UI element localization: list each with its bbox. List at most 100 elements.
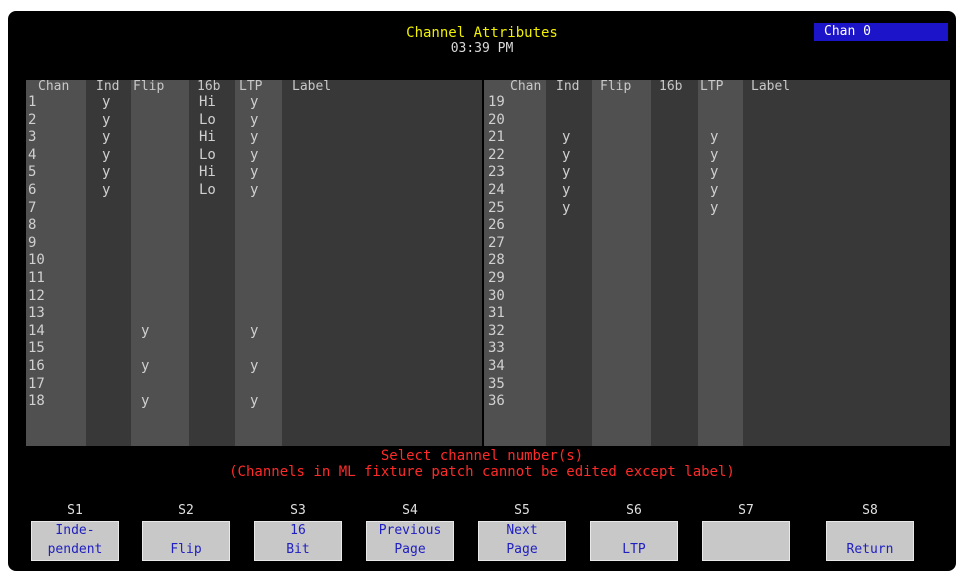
flip-cell xyxy=(592,182,651,200)
b16-cell xyxy=(651,200,698,218)
chan-cell[interactable]: 10 xyxy=(26,252,86,270)
chan-cell[interactable]: 13 xyxy=(26,305,86,323)
ltp-cell xyxy=(235,217,282,235)
chan-cell[interactable]: 5 xyxy=(26,164,86,182)
b16-cell xyxy=(651,270,698,288)
softkey-button-s4[interactable]: Previous Page xyxy=(366,521,454,561)
chan-cell[interactable]: 3 xyxy=(26,129,86,147)
softkey-line2: pendent xyxy=(47,542,103,557)
label-cell xyxy=(743,252,950,270)
b16-cell xyxy=(651,182,698,200)
chan-cell[interactable]: 24 xyxy=(484,182,546,200)
chan-cell[interactable]: 30 xyxy=(484,288,546,306)
ltp-cell xyxy=(698,393,743,411)
softkey-button-s8[interactable]: Return xyxy=(826,521,914,561)
ltp-cell: y xyxy=(250,357,259,374)
chan-cell[interactable]: 4 xyxy=(26,147,86,165)
chan-cell[interactable]: 19 xyxy=(484,94,546,112)
label-cell xyxy=(743,200,950,218)
ind-cell: y xyxy=(102,181,111,198)
chan-cell[interactable]: 36 xyxy=(484,393,546,411)
label-cell xyxy=(282,147,482,165)
softkey-button-s1[interactable]: Inde-pendent xyxy=(31,521,119,561)
softkey-button-s3[interactable]: 16 Bit xyxy=(254,521,342,561)
chan-cell[interactable]: 35 xyxy=(484,376,546,394)
softkey-button-s5[interactable]: Next Page xyxy=(478,521,566,561)
ltp-cell xyxy=(235,252,282,270)
column-ind: Ind y y y y y xyxy=(546,80,592,446)
ltp-cell xyxy=(698,270,743,288)
column-label: Label xyxy=(743,80,950,446)
b16-cell xyxy=(189,323,235,341)
chan-cell[interactable]: 17 xyxy=(26,376,86,394)
flip-cell xyxy=(131,94,189,112)
chan-cell[interactable]: 26 xyxy=(484,217,546,235)
b16-cell xyxy=(189,252,235,270)
b16-cell xyxy=(189,217,235,235)
ltp-cell xyxy=(698,340,743,358)
label-cell xyxy=(282,94,482,112)
ind-cell xyxy=(546,94,592,112)
chan-cell[interactable]: 28 xyxy=(484,252,546,270)
ind-cell xyxy=(86,288,131,306)
chan-cell[interactable]: 6 xyxy=(26,182,86,200)
ind-cell: y xyxy=(562,199,571,216)
ltp-cell xyxy=(698,376,743,394)
b16-cell xyxy=(651,164,698,182)
left-channel-table: Chan 1 2 3 4 5 6 7 8 9 10 11 12 13 14 15 16 17 18 Ind y y y y y y… xyxy=(26,80,482,446)
chan-cell[interactable]: 22 xyxy=(484,147,546,165)
chan-cell[interactable]: 16 xyxy=(26,358,86,376)
flip-cell xyxy=(592,94,651,112)
chan-cell[interactable]: 9 xyxy=(26,235,86,253)
chan-cell[interactable]: 21 xyxy=(484,129,546,147)
ind-cell xyxy=(546,252,592,270)
b16-cell xyxy=(651,147,698,165)
ind-cell xyxy=(546,323,592,341)
label-cell xyxy=(282,252,482,270)
label-cell xyxy=(282,129,482,147)
chan-cell[interactable]: 29 xyxy=(484,270,546,288)
chan-cell[interactable]: 32 xyxy=(484,323,546,341)
chan-cell[interactable]: 33 xyxy=(484,340,546,358)
right-channel-table: Chan 19 20 21 22 23 24 25 26 27 28 29 30 31 32 33 34 35 36… xyxy=(484,80,950,446)
chan-cell[interactable]: 23 xyxy=(484,164,546,182)
label-cell xyxy=(743,305,950,323)
column-header: Flip xyxy=(600,79,632,94)
label-cell xyxy=(282,393,482,411)
chan-cell[interactable]: 8 xyxy=(26,217,86,235)
flip-cell xyxy=(131,305,189,323)
ind-cell xyxy=(546,235,592,253)
chan-cell[interactable]: 31 xyxy=(484,305,546,323)
chan-cell[interactable]: 7 xyxy=(26,200,86,218)
softkey-label-s1: S1 xyxy=(67,503,83,518)
chan-cell[interactable]: 18 xyxy=(26,393,86,411)
chan-cell[interactable]: 20 xyxy=(484,112,546,130)
chan-cell[interactable]: 12 xyxy=(26,288,86,306)
softkey-line2: Return xyxy=(846,542,894,557)
softkey-button-s2[interactable]: Flip xyxy=(142,521,230,561)
b16-cell: Lo xyxy=(199,181,216,198)
ind-cell xyxy=(546,358,592,376)
ltp-cell: y xyxy=(710,181,719,198)
b16-cell xyxy=(651,340,698,358)
ltp-cell xyxy=(698,112,743,130)
column-label: Label xyxy=(282,80,482,446)
label-cell xyxy=(743,217,950,235)
b16-cell xyxy=(189,235,235,253)
chan-cell[interactable]: 1 xyxy=(26,94,86,112)
label-cell xyxy=(743,358,950,376)
chan-cell[interactable]: 25 xyxy=(484,200,546,218)
b16-cell xyxy=(651,323,698,341)
ind-cell xyxy=(86,270,131,288)
softkey-button-s7[interactable] xyxy=(702,521,790,561)
softkey-button-s6[interactable]: LTP xyxy=(590,521,678,561)
chan-cell[interactable]: 34 xyxy=(484,358,546,376)
softkey-line1: Previous xyxy=(378,523,442,538)
chan-cell[interactable]: 27 xyxy=(484,235,546,253)
chan-cell[interactable]: 2 xyxy=(26,112,86,130)
label-cell xyxy=(282,164,482,182)
chan-cell[interactable]: 15 xyxy=(26,340,86,358)
ltp-cell xyxy=(235,235,282,253)
chan-cell[interactable]: 14 xyxy=(26,323,86,341)
chan-cell[interactable]: 11 xyxy=(26,270,86,288)
